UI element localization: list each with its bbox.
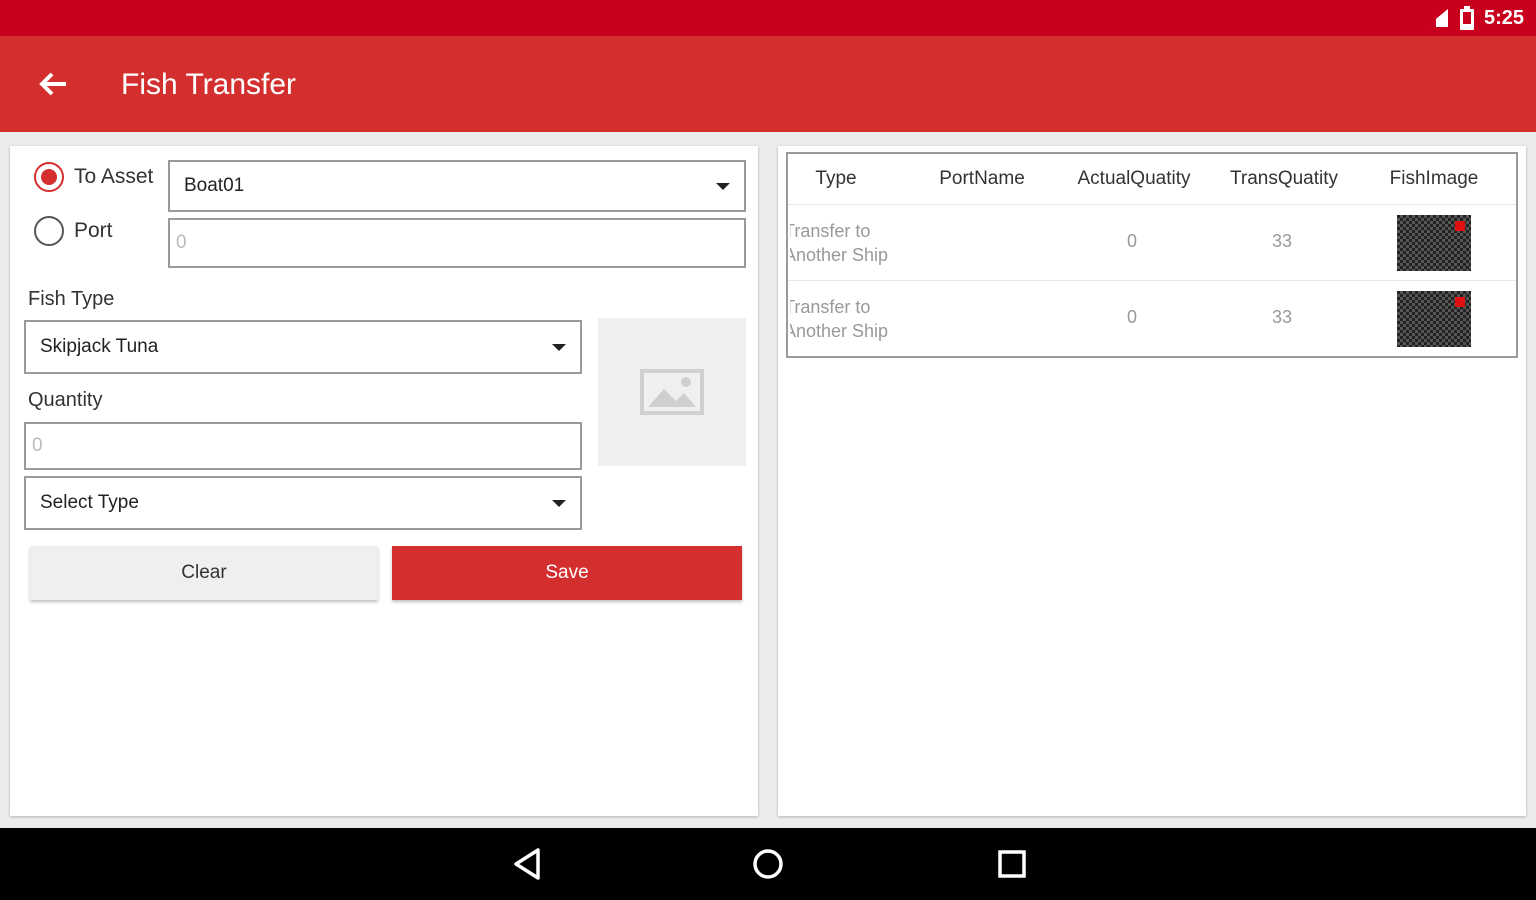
radio-unselected-icon (34, 216, 64, 246)
caret-down-icon (716, 183, 730, 190)
app-bar: Fish Transfer (0, 36, 1536, 132)
radio-selected-icon (34, 162, 64, 192)
table-header: Type PortName ActualQuatity TransQuatity… (788, 154, 1516, 206)
thumbnail-marker (1455, 221, 1465, 231)
col-header-actualquatity: ActualQuatity (1077, 168, 1191, 189)
col-header-portname: PortName (939, 168, 1025, 189)
cell-type: Transfer to Another Ship (790, 219, 910, 267)
port-input[interactable]: 0 (168, 218, 746, 268)
main-content: To Asset Port Boat01 0 Fish Type Skipjac… (0, 132, 1536, 828)
transfer-table: Type PortName ActualQuatity TransQuatity… (786, 152, 1518, 358)
system-nav-bar (0, 828, 1536, 900)
transfer-type-select-value: Select Type (40, 492, 139, 513)
table-row[interactable]: Transfer to Another Ship 0 33 (788, 204, 1516, 280)
clock: 5:25 (1483, 6, 1524, 29)
square-recent-icon (998, 850, 1026, 878)
image-placeholder-icon (640, 369, 704, 415)
col-header-transquatity: TransQuatity (1229, 168, 1339, 189)
nav-home-button[interactable] (746, 844, 790, 884)
quantity-input-value: 0 (32, 435, 43, 456)
page-title: Fish Transfer (121, 68, 297, 101)
transfer-list-card: Type PortName ActualQuatity TransQuatity… (778, 146, 1526, 816)
cell-actual-quantity: 0 (1126, 231, 1137, 251)
quantity-label: Quantity (28, 389, 103, 411)
save-button[interactable]: Save (392, 546, 742, 600)
circle-home-icon (753, 849, 783, 879)
cell-actual-quantity: 0 (1126, 307, 1137, 327)
port-input-value: 0 (176, 232, 187, 253)
caret-down-icon (552, 344, 566, 351)
transfer-form-card: To Asset Port Boat01 0 Fish Type Skipjac… (10, 146, 758, 816)
status-bar: 5:25 (0, 0, 1536, 36)
transfer-type-select[interactable]: Select Type (24, 476, 582, 530)
radio-to-asset-label: To Asset (74, 165, 154, 188)
quantity-input[interactable]: 0 (24, 422, 582, 470)
arrow-back-icon (39, 72, 66, 96)
radio-port-label: Port (74, 219, 113, 242)
asset-select[interactable]: Boat01 (168, 160, 746, 212)
col-header-fishimage: FishImage (1389, 168, 1479, 189)
fish-image-preview[interactable] (598, 318, 746, 466)
cell-trans-quantity: 33 (1271, 307, 1293, 327)
asset-select-value: Boat01 (184, 175, 245, 196)
cell-type-line2: Another Ship (790, 245, 889, 265)
cell-type: Transfer to Another Ship (790, 295, 910, 343)
cell-trans-quantity: 33 (1271, 231, 1293, 251)
radio-port[interactable]: Port (34, 216, 113, 246)
col-header-type: Type (815, 168, 857, 189)
clear-button[interactable]: Clear (30, 546, 378, 600)
radio-to-asset[interactable]: To Asset (34, 162, 153, 192)
fish-type-select-value: Skipjack Tuna (40, 336, 159, 357)
cell-type-line1: Transfer to (790, 221, 871, 241)
caret-down-icon (552, 500, 566, 507)
back-button[interactable] (30, 64, 78, 104)
nav-recent-button[interactable] (990, 844, 1034, 884)
fish-type-select[interactable]: Skipjack Tuna (24, 320, 582, 374)
table-row[interactable]: Transfer to Another Ship 0 33 (788, 280, 1516, 356)
fish-thumbnail[interactable] (1397, 215, 1471, 271)
triangle-back-icon (514, 848, 540, 880)
cell-type-line1: Transfer to (790, 297, 871, 317)
signal-icon (1425, 9, 1448, 27)
thumbnail-marker (1455, 297, 1465, 307)
nav-back-button[interactable] (506, 844, 550, 884)
fish-type-label: Fish Type (28, 288, 115, 310)
fish-thumbnail[interactable] (1397, 291, 1471, 347)
cell-type-line2: Another Ship (790, 321, 889, 341)
status-icons: 5:25 (1424, 6, 1524, 30)
battery-icon (1459, 6, 1474, 30)
